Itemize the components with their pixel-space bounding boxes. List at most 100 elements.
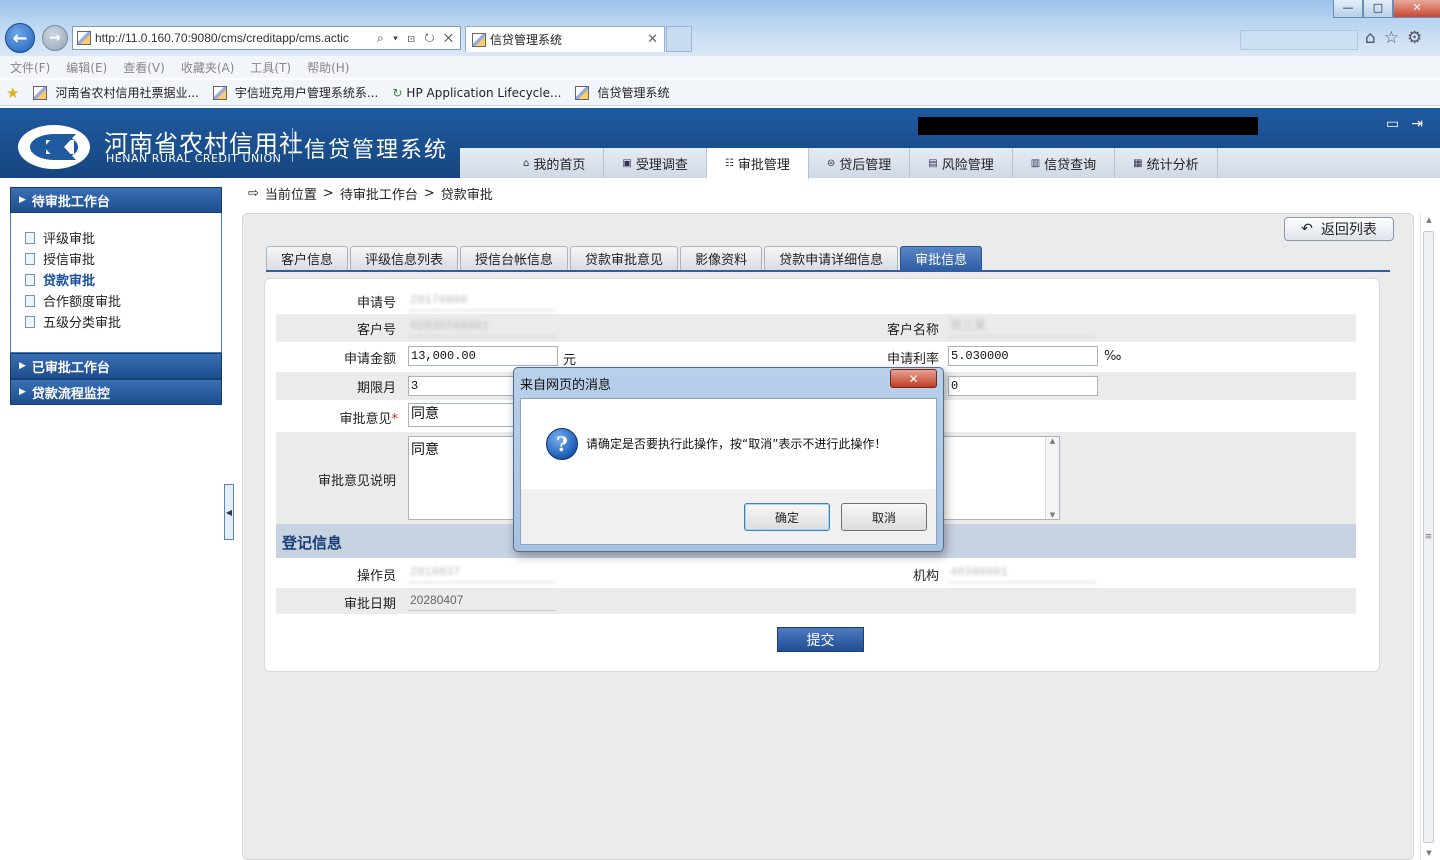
favorite-page-icon bbox=[212, 85, 227, 100]
label-customer-no: 客户号 bbox=[356, 323, 396, 338]
new-tab-button[interactable] bbox=[666, 26, 692, 52]
customer-name-value: 张三某 bbox=[948, 317, 1096, 337]
monitor-icon[interactable]: ▭ bbox=[1386, 116, 1399, 132]
breadcrumb-level1[interactable]: 待审批工作台 bbox=[340, 184, 418, 203]
opinion-desc-text: 同意 bbox=[411, 442, 439, 458]
document-icon bbox=[25, 252, 35, 265]
dialog-title: 来自网页的消息 bbox=[520, 378, 612, 393]
browser-tab[interactable]: 信贷管理系统 ✕ bbox=[465, 26, 665, 52]
menu-tools[interactable]: 工具(T) bbox=[250, 59, 291, 76]
org-name-en: HENAN RURAL CREDIT UNION bbox=[106, 152, 282, 165]
sidebar-item-rating-approval[interactable]: 评级审批 bbox=[11, 227, 221, 248]
label-date: 审批日期 bbox=[343, 597, 396, 612]
sidebar-section-label: 贷款流程监控 bbox=[31, 386, 110, 402]
maximize-button[interactable]: □ bbox=[1363, 0, 1393, 18]
close-window-button[interactable]: ✕ bbox=[1393, 0, 1440, 18]
nav-item-survey[interactable]: ▣ 受理调查 bbox=[604, 148, 707, 178]
tab-credit-ledger[interactable]: 授信台帐信息 bbox=[460, 246, 569, 270]
label-customer-name: 客户名称 bbox=[886, 323, 939, 338]
location-icon: ⇨ bbox=[248, 186, 259, 201]
favorite-link[interactable]: ↻ HP Application Lifecycle... bbox=[392, 86, 561, 100]
nav-item-postloan[interactable]: ⊜ 贷后管理 bbox=[809, 148, 911, 178]
back-button[interactable]: ← bbox=[5, 23, 35, 53]
hp-alm-icon: ↻ bbox=[392, 85, 403, 100]
dialog-cancel-button[interactable]: 取消 bbox=[841, 503, 927, 531]
dialog-ok-button[interactable]: 确定 bbox=[744, 503, 830, 531]
sidebar-section-approved[interactable]: ▶ 已审批工作台 bbox=[10, 353, 222, 379]
favorites-star-icon[interactable]: ☆ bbox=[1384, 28, 1399, 48]
favorite-link[interactable]: 宇信班克用户管理系统系... bbox=[212, 84, 379, 101]
nav-item-approval[interactable]: ☷ 审批管理 bbox=[706, 148, 809, 179]
main-nav: ⌂ 我的首页 ▣ 受理调查 ☷ 审批管理 ⊜ 贷后管理 ▤ 风险管理 ▥ 信贷查询 ▦ 统计分… bbox=[505, 148, 1218, 179]
document-icon bbox=[25, 273, 35, 286]
menu-view[interactable]: 查看(V) bbox=[123, 59, 165, 76]
sidebar-section-label: 待审批工作台 bbox=[31, 194, 110, 210]
tab-close-icon[interactable]: ✕ bbox=[647, 32, 658, 47]
address-tools-icons[interactable]: ⌕ ▾ ⊡ ↻ ✕ bbox=[373, 31, 460, 46]
favorite-link[interactable]: 信贷管理系统 bbox=[575, 84, 669, 101]
amount-input[interactable]: 13,000.00 bbox=[408, 346, 558, 366]
home-icon[interactable]: ⌂ bbox=[1365, 28, 1376, 48]
favorites-star-icon[interactable]: ★ bbox=[6, 84, 19, 102]
scroll-thumb[interactable]: ≡ bbox=[1423, 231, 1434, 843]
forward-button[interactable]: → bbox=[42, 25, 68, 51]
menu-help[interactable]: 帮助(H) bbox=[307, 59, 349, 76]
label-application-no: 申请号 bbox=[356, 296, 396, 311]
favorite-page-icon bbox=[33, 85, 48, 100]
return-list-button[interactable]: ↶ 返回列表 bbox=[1284, 217, 1394, 241]
submit-button[interactable]: 提交 bbox=[777, 627, 864, 652]
secondary-value-input[interactable]: 0 bbox=[948, 376, 1098, 396]
sidebar-section-pending[interactable]: ▶ 待审批工作台 bbox=[10, 187, 222, 213]
tab-loan-detail[interactable]: 贷款申请详细信息 bbox=[764, 246, 899, 270]
sidebar-item-coop-quota-approval[interactable]: 合作额度审批 bbox=[11, 290, 221, 311]
nav-item-query[interactable]: ▥ 信贷查询 bbox=[1013, 148, 1116, 178]
expand-triangle-icon: ▶ bbox=[19, 195, 26, 205]
scroll-up-icon[interactable]: ▲ bbox=[1421, 213, 1437, 227]
rate-unit: ‰ bbox=[1104, 349, 1122, 364]
menu-file[interactable]: 文件(F) bbox=[10, 59, 50, 76]
tab-customer-info[interactable]: 客户信息 bbox=[266, 246, 349, 270]
minimize-button[interactable]: — bbox=[1333, 0, 1363, 18]
nav-item-stats[interactable]: ▦ 统计分析 bbox=[1115, 148, 1218, 178]
tab-images[interactable]: 影像资料 bbox=[680, 246, 763, 270]
favorite-link[interactable]: 河南省农村信用社票据业... bbox=[33, 84, 199, 101]
address-bar[interactable]: http://11.0.160.70:9080/cms/creditapp/cm… bbox=[72, 26, 461, 50]
menu-favorites[interactable]: 收藏夹(A) bbox=[181, 59, 235, 76]
tab-approval-info[interactable]: 审批信息 bbox=[900, 246, 983, 270]
dialog-close-button[interactable]: ✕ bbox=[890, 369, 937, 388]
registration-section-title: 登记信息 bbox=[282, 534, 343, 552]
sidebar-section-flow-monitor[interactable]: ▶ 贷款流程监控 bbox=[10, 379, 222, 405]
expand-triangle-icon: ▶ bbox=[19, 361, 26, 371]
url-text[interactable]: http://11.0.160.70:9080/cms/creditapp/cm… bbox=[95, 31, 373, 45]
tab-loan-opinion[interactable]: 贷款审批意见 bbox=[570, 246, 679, 270]
scroll-down-icon[interactable]: ▼ bbox=[1421, 846, 1437, 860]
page-scrollbar[interactable]: ▲ ≡ ▼ bbox=[1420, 213, 1436, 860]
credit-union-logo-icon bbox=[18, 125, 90, 169]
nav-item-risk[interactable]: ▤ 风险管理 bbox=[910, 148, 1013, 178]
back-arrow-icon: ← bbox=[12, 27, 28, 49]
rate-input[interactable]: 5.030000 bbox=[948, 346, 1098, 366]
sidebar-item-label: 五级分类审批 bbox=[43, 316, 122, 331]
sidebar-item-label: 授信审批 bbox=[43, 253, 96, 268]
sidebar-item-credit-approval[interactable]: 授信审批 bbox=[11, 248, 221, 269]
row-operator: 操作员 2018037 机构 40380001 bbox=[276, 560, 1356, 588]
favorite-label: HP Application Lifecycle... bbox=[406, 85, 562, 100]
stats-icon: ▦ bbox=[1133, 157, 1143, 169]
favorite-label: 河南省农村信用社票据业... bbox=[55, 86, 199, 100]
tab-rating-list[interactable]: 评级信息列表 bbox=[350, 246, 459, 270]
row-application-no: 申请号 20170806 bbox=[276, 288, 1356, 314]
nav-label: 我的首页 bbox=[533, 157, 586, 173]
sidebar-collapse-toggle[interactable]: ◀ bbox=[224, 484, 234, 540]
sidebar-item-five-class-approval[interactable]: 五级分类审批 bbox=[11, 311, 221, 332]
document-icon bbox=[25, 315, 35, 328]
browser-search-box[interactable] bbox=[1240, 30, 1358, 50]
collapse-arrow-icon: ◀ bbox=[225, 507, 233, 517]
menu-edit[interactable]: 编辑(E) bbox=[66, 59, 107, 76]
logout-icon[interactable]: ⇥ bbox=[1411, 116, 1423, 132]
sidebar-item-loan-approval[interactable]: 贷款审批 bbox=[11, 269, 221, 290]
textarea-scrollbar[interactable]: ▲ ▼ bbox=[1045, 437, 1059, 519]
label-opinion-text: 审批意见 bbox=[339, 412, 392, 427]
nav-item-home[interactable]: ⌂ 我的首页 bbox=[505, 148, 605, 178]
settings-gear-icon[interactable]: ⚙ bbox=[1407, 28, 1422, 48]
favorite-label: 宇信班克用户管理系统系... bbox=[234, 86, 379, 100]
